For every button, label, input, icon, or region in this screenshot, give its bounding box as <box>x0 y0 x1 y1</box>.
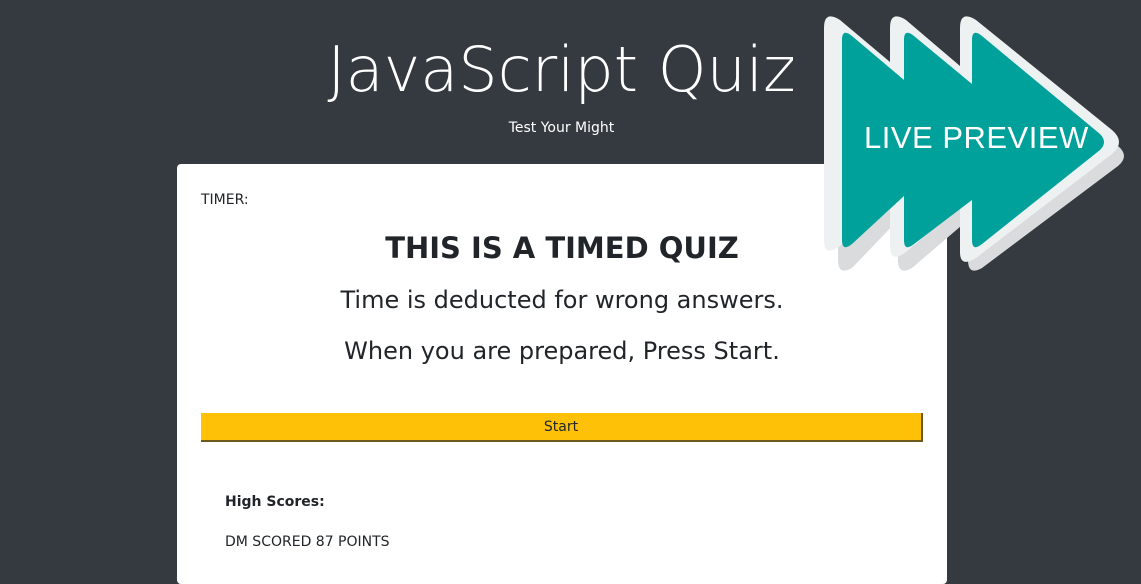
rule-text: When you are prepared, Press Start. <box>344 337 780 365</box>
start-button[interactable]: Start <box>201 413 923 442</box>
rule-text: Time is deducted for wrong answers. <box>340 286 784 314</box>
timer-label: TIMER: <box>201 192 249 208</box>
score-entry: DM SCORED 87 POINTS <box>225 534 390 550</box>
live-preview-label[interactable]: LIVE PREVIEW <box>864 118 1089 158</box>
highscores-title: High Scores: <box>225 494 325 510</box>
